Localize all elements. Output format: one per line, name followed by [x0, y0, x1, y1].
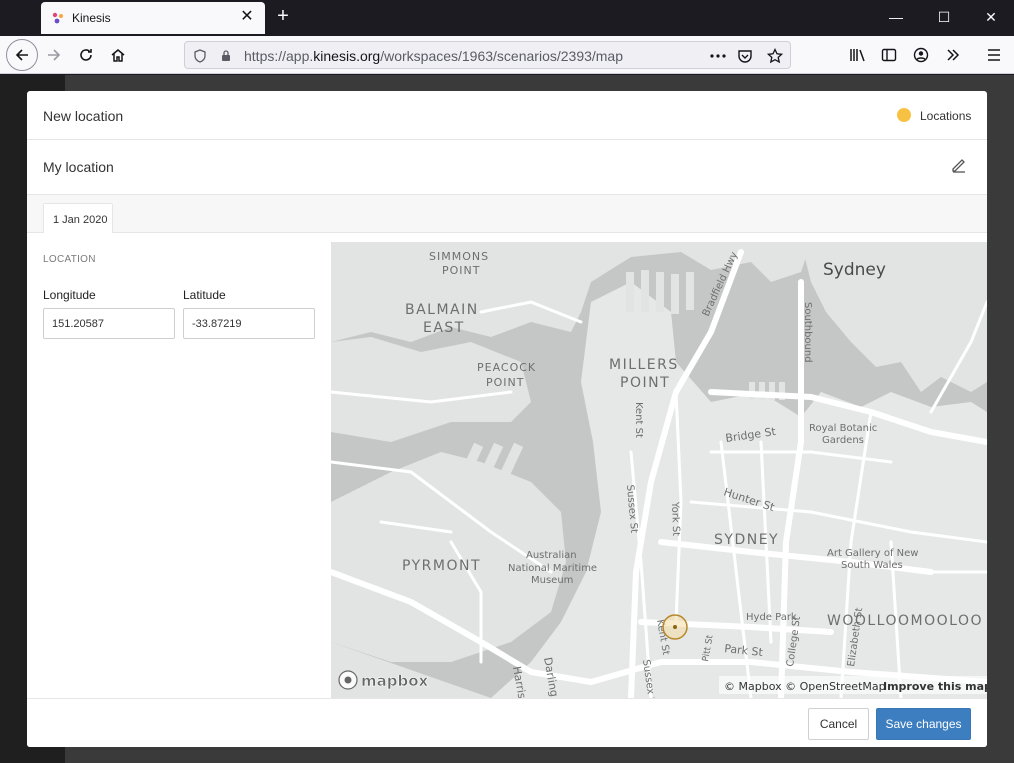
back-arrow-icon [15, 49, 28, 61]
map-label-york-st: York St [669, 501, 681, 537]
tab-label: 1 Jan 2020 [53, 214, 108, 226]
minimize-icon[interactable]: — [881, 6, 911, 28]
browser-tab[interactable]: Kinesis ✕ [41, 2, 265, 34]
home-icon [111, 49, 125, 62]
location-marker-icon[interactable] [662, 614, 688, 640]
map-label-royal-botanic: Royal Botanic [809, 423, 877, 434]
map-label-simmons-point: POINT [442, 264, 480, 277]
map-label-kent-st-1: Kent St [633, 402, 644, 438]
sidebar-toggle-button[interactable] [875, 41, 903, 69]
library-button[interactable] [844, 41, 872, 69]
pencil-edit-icon[interactable] [950, 156, 968, 174]
forward-button[interactable] [40, 41, 68, 69]
browser-titlebar: Kinesis ✕ + — ☐ ✕ [0, 0, 1014, 36]
map-label-pyrmont: PYRMONT [402, 558, 481, 574]
home-button[interactable] [104, 41, 132, 69]
section-label: LOCATION [43, 254, 96, 265]
cancel-button[interactable]: Cancel [808, 708, 869, 740]
map-view[interactable]: Sydney SIMMONS POINT BALMAIN EAST PEACOC… [331, 242, 987, 698]
shield-icon[interactable] [191, 47, 209, 65]
latitude-input[interactable] [183, 308, 315, 339]
map-label-museum-3: Museum [531, 575, 573, 586]
menu-button[interactable] [980, 41, 1008, 69]
browser-navbar: https://app.kinesis.org/workspaces/1963/… [0, 36, 1014, 74]
url-text[interactable]: https://app.kinesis.org/workspaces/1963/… [244, 48, 623, 64]
map-label-museum-1: Australian [526, 550, 577, 561]
layer-name: Locations [920, 109, 972, 123]
location-name: My location [43, 159, 114, 175]
location-name-row: My location [27, 140, 987, 195]
map-label-hyde-park: Hyde Park [746, 612, 797, 623]
improve-map-link[interactable]: Improve this map [883, 680, 987, 693]
kinesis-favicon-icon [52, 12, 63, 24]
layer-color-icon [897, 108, 911, 122]
library-icon [850, 49, 865, 62]
map-label-sydney-suburb: SYDNEY [714, 532, 779, 548]
map-label-museum-2: National Maritime [508, 563, 597, 574]
date-tabs: 1 Jan 2020 [27, 195, 987, 234]
address-bar[interactable]: https://app.kinesis.org/workspaces/1963/… [184, 41, 791, 69]
map-label-peacock-point: POINT [486, 376, 524, 389]
latitude-label: Latitude [183, 288, 226, 302]
map-label-art-gallery: Art Gallery of New [827, 548, 918, 559]
dialog-footer: Cancel Save changes [27, 698, 987, 747]
forward-arrow-icon [48, 49, 61, 61]
pocket-icon[interactable] [736, 47, 754, 65]
hamburger-menu-icon [988, 49, 1000, 61]
close-window-icon[interactable]: ✕ [976, 6, 1006, 28]
map-label-millers-point: POINT [620, 375, 670, 391]
map-label-millers: MILLERS [609, 357, 679, 373]
sidebar-icon [881, 48, 897, 62]
map-label-gardens: Gardens [822, 435, 864, 446]
new-tab-icon[interactable]: + [272, 5, 294, 27]
map-canvas[interactable]: Sydney SIMMONS POINT BALMAIN EAST PEACOC… [331, 242, 987, 698]
reload-icon [80, 49, 92, 61]
reload-button[interactable] [72, 41, 100, 69]
overflow-button[interactable] [939, 41, 967, 69]
account-icon [913, 47, 929, 63]
map-attribution[interactable]: © Mapbox © OpenStreetMap [724, 680, 886, 693]
map-label-sydney-city: Sydney [823, 260, 886, 280]
tab-close-icon[interactable]: ✕ [237, 7, 257, 27]
mapbox-logo[interactable]: mapbox [338, 670, 429, 690]
map-label-balmain: BALMAIN [405, 302, 479, 318]
longitude-input[interactable] [43, 308, 175, 339]
account-button[interactable] [907, 41, 935, 69]
mapbox-wordmark: mapbox [361, 672, 429, 690]
dialog-header: New location Locations [27, 91, 987, 140]
map-label-peacock: PEACOCK [477, 361, 536, 374]
longitude-label: Longitude [43, 288, 96, 302]
map-label-simmons: SIMMONS [429, 250, 489, 263]
save-changes-button[interactable]: Save changes [876, 708, 971, 740]
lock-icon[interactable] [217, 47, 235, 65]
back-button[interactable] [6, 39, 38, 71]
chevron-double-right-icon [947, 49, 960, 61]
dialog-title: New location [43, 108, 124, 124]
bookmark-star-icon[interactable] [766, 47, 784, 65]
map-label-southbound: Southbound [802, 302, 813, 363]
map-label-balmain-east: EAST [423, 320, 465, 336]
new-location-dialog: New location Locations My location 1 Jan… [27, 91, 987, 747]
map-label-south-wales: South Wales [841, 560, 903, 571]
maximize-icon[interactable]: ☐ [929, 6, 959, 28]
tab-1-jan-2020[interactable]: 1 Jan 2020 [43, 203, 113, 234]
more-actions-icon[interactable] [709, 47, 727, 65]
tab-title: Kinesis [72, 11, 111, 25]
location-form: LOCATION Longitude Latitude [27, 233, 331, 698]
map-label-woolloomooloo: WOOLLOOMOOLOO [827, 613, 983, 629]
